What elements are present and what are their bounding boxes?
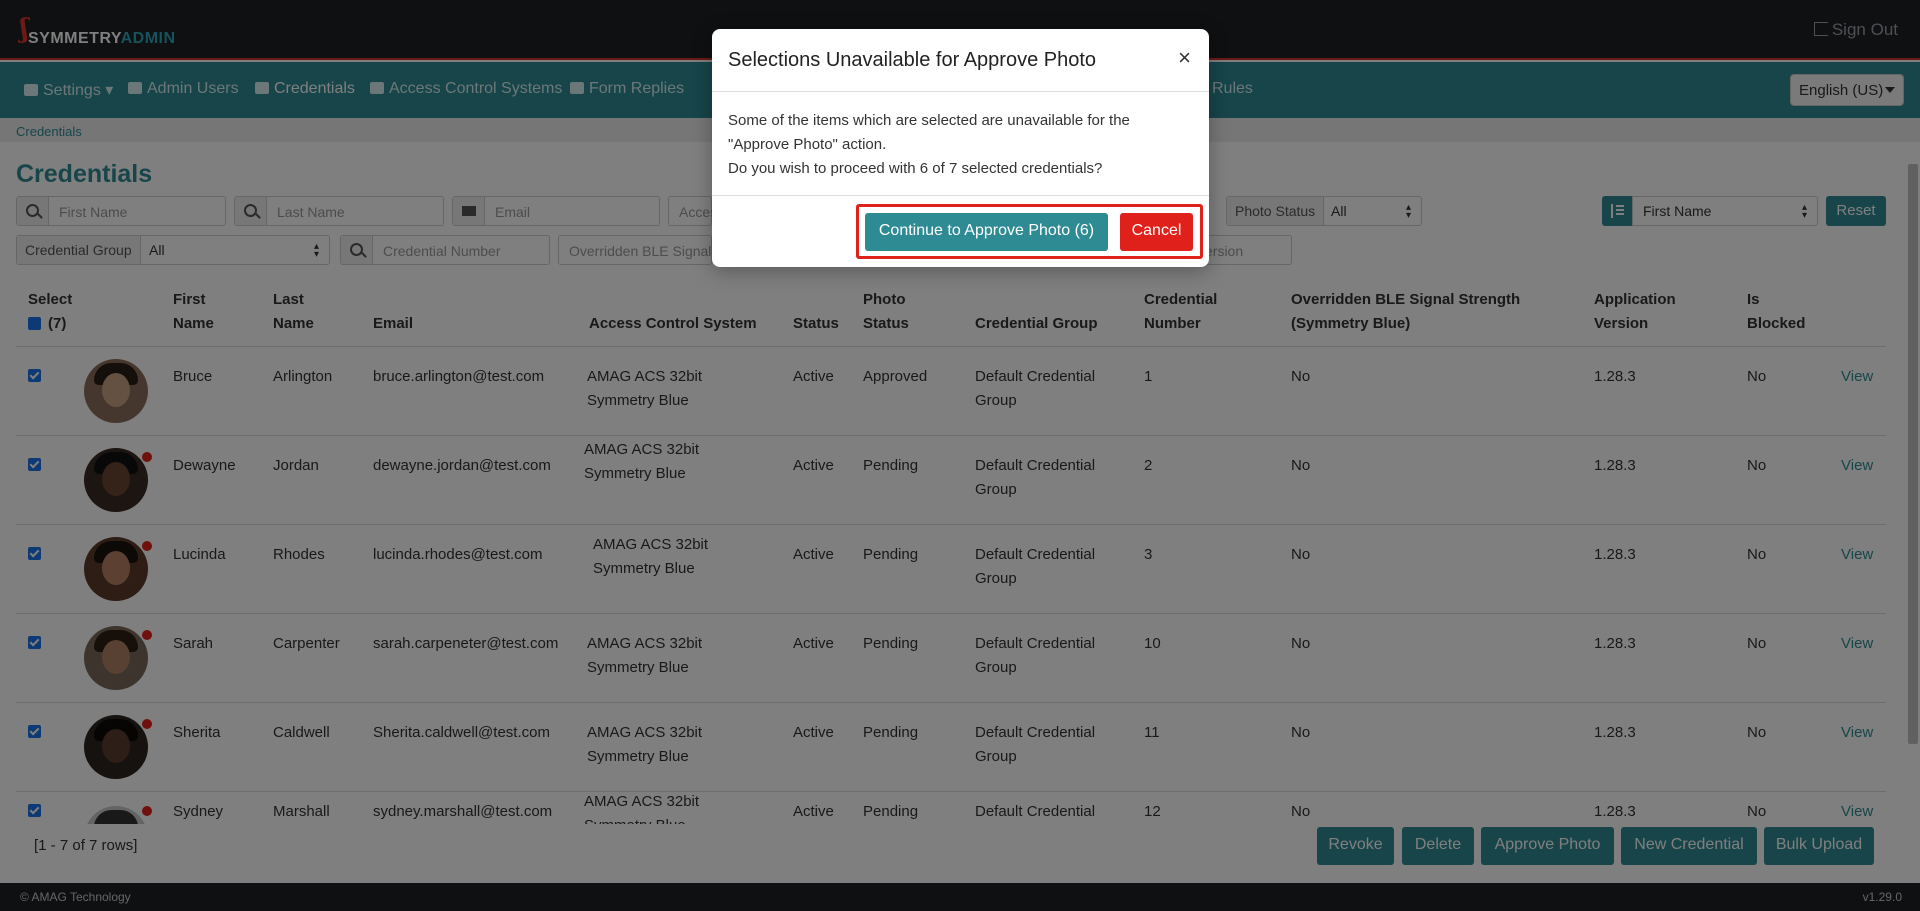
dialog-divider (712, 195, 1209, 196)
close-icon[interactable]: × (1178, 47, 1191, 69)
dialog-title: Selections Unavailable for Approve Photo (728, 49, 1097, 71)
dialog-message: Some of the items which are selected are… (728, 112, 1130, 177)
continue-approve-photo-button[interactable]: Continue to Approve Photo (6) (865, 213, 1108, 251)
cancel-button[interactable]: Cancel (1120, 213, 1193, 251)
dialog-divider (712, 91, 1209, 92)
selections-unavailable-dialog: Selections Unavailable for Approve Photo… (712, 29, 1209, 267)
